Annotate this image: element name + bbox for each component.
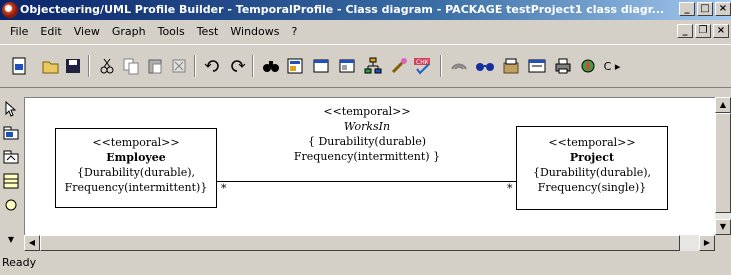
save-icon[interactable] bbox=[62, 55, 84, 77]
menu-edit[interactable]: Edit bbox=[34, 25, 67, 38]
class-tags: {Durability(durable), bbox=[532, 166, 652, 179]
status-bar: Ready bbox=[0, 253, 731, 275]
link-icon[interactable] bbox=[448, 55, 470, 77]
window2-icon[interactable] bbox=[336, 55, 358, 77]
scroll-right-icon[interactable]: ▶ bbox=[699, 235, 715, 251]
left-multiplicity: * bbox=[221, 182, 227, 195]
tool-palette: ▼ bbox=[0, 96, 24, 246]
class-name: Employee bbox=[106, 151, 166, 164]
close-button[interactable]: × bbox=[715, 2, 731, 16]
open-folder-icon[interactable] bbox=[40, 55, 62, 77]
class-tool-icon[interactable] bbox=[2, 172, 20, 190]
toolbar-separator bbox=[252, 55, 254, 77]
minimize-button[interactable]: _ bbox=[679, 2, 695, 16]
doc-restore-button[interactable]: ❐ bbox=[695, 24, 711, 38]
diagram-canvas[interactable]: <<temporal>> Employee {Durability(durabl… bbox=[24, 97, 715, 235]
toolbar: CHK C ▸ bbox=[0, 44, 731, 88]
title-bar: Objecteering/UML Profile Builder - Tempo… bbox=[0, 0, 731, 20]
view-icon[interactable] bbox=[526, 55, 548, 77]
scroll-up-icon[interactable]: ▲ bbox=[715, 97, 731, 113]
window-title: Objecteering/UML Profile Builder - Tempo… bbox=[20, 3, 665, 16]
class-name: Project bbox=[569, 151, 615, 164]
doc-close-button[interactable]: × bbox=[713, 24, 729, 38]
hierarchy-icon[interactable] bbox=[362, 55, 384, 77]
association-tags: { Durability(durable) bbox=[307, 135, 427, 148]
association-tags: Frequency(intermittent) } bbox=[293, 150, 441, 163]
menu-view[interactable]: View bbox=[68, 25, 106, 38]
menu-windows[interactable]: Windows bbox=[224, 25, 285, 38]
class-stereotype: <<temporal>> bbox=[548, 136, 636, 149]
horizontal-scroll-thumb[interactable] bbox=[40, 235, 680, 251]
horizontal-scrollbar[interactable]: ◀ ▶ bbox=[24, 235, 715, 251]
association-name: WorksIn bbox=[343, 120, 391, 133]
class-project[interactable]: <<temporal>> Project {Durability(durable… bbox=[516, 126, 668, 210]
palette-scroll-down-icon[interactable]: ▼ bbox=[2, 230, 20, 248]
menu-help[interactable]: ? bbox=[285, 25, 303, 38]
class-tags: Frequency(single)} bbox=[537, 181, 647, 194]
menu-tools[interactable]: Tools bbox=[152, 25, 191, 38]
menu-bar: File Edit View Graph Tools Test Windows … bbox=[0, 20, 731, 42]
toolbar-separator bbox=[440, 55, 442, 77]
association-label[interactable]: <<temporal>> WorksIn { Durability(durabl… bbox=[267, 104, 467, 164]
print-icon[interactable] bbox=[552, 55, 574, 77]
find-icon[interactable] bbox=[260, 55, 282, 77]
undo-icon[interactable] bbox=[202, 55, 224, 77]
check-icon[interactable]: CHK bbox=[412, 55, 434, 77]
menu-graph[interactable]: Graph bbox=[106, 25, 152, 38]
wand-icon[interactable] bbox=[388, 55, 410, 77]
subpackage-tool-icon[interactable] bbox=[2, 148, 20, 166]
class-stereotype: <<temporal>> bbox=[92, 136, 180, 149]
association-stereotype: <<temporal>> bbox=[323, 105, 411, 118]
redo-icon[interactable] bbox=[226, 55, 248, 77]
glasses-icon[interactable] bbox=[474, 55, 496, 77]
vertical-scroll-thumb[interactable] bbox=[715, 113, 731, 213]
paste-icon[interactable] bbox=[144, 55, 166, 77]
association-line[interactable] bbox=[217, 181, 516, 182]
copy-icon[interactable] bbox=[120, 55, 142, 77]
menu-test[interactable]: Test bbox=[191, 25, 225, 38]
toolbar-separator bbox=[88, 55, 90, 77]
maximize-button[interactable]: □ bbox=[697, 2, 713, 16]
class-tags: {Durability(durable), bbox=[76, 166, 196, 179]
app-icon[interactable] bbox=[2, 2, 18, 18]
vertical-scrollbar[interactable]: ▲ ▼ bbox=[715, 97, 731, 235]
class-tags: Frequency(intermittent)} bbox=[64, 181, 208, 194]
doc-minimize-button[interactable]: _ bbox=[677, 24, 693, 38]
scroll-left-icon[interactable]: ◀ bbox=[24, 235, 40, 251]
settings-icon[interactable] bbox=[578, 55, 600, 77]
select-arrow-icon[interactable] bbox=[2, 100, 20, 118]
delete-icon[interactable] bbox=[168, 55, 190, 77]
cut-icon[interactable] bbox=[96, 55, 118, 77]
class-employee[interactable]: <<temporal>> Employee {Durability(durabl… bbox=[55, 128, 217, 208]
new-diagram-icon[interactable] bbox=[8, 55, 30, 77]
package-tool-icon[interactable] bbox=[2, 124, 20, 142]
toolbar-separator bbox=[194, 55, 196, 77]
status-text: Ready bbox=[2, 256, 37, 269]
right-multiplicity: * bbox=[507, 182, 513, 195]
more-tools-icon[interactable]: C ▸ bbox=[602, 55, 622, 77]
window-icon[interactable] bbox=[310, 55, 332, 77]
interface-tool-icon[interactable] bbox=[2, 196, 20, 214]
scroll-down-icon[interactable]: ▼ bbox=[715, 219, 731, 235]
menu-file[interactable]: File bbox=[4, 25, 34, 38]
package-icon[interactable] bbox=[500, 55, 522, 77]
properties-icon[interactable] bbox=[284, 55, 306, 77]
